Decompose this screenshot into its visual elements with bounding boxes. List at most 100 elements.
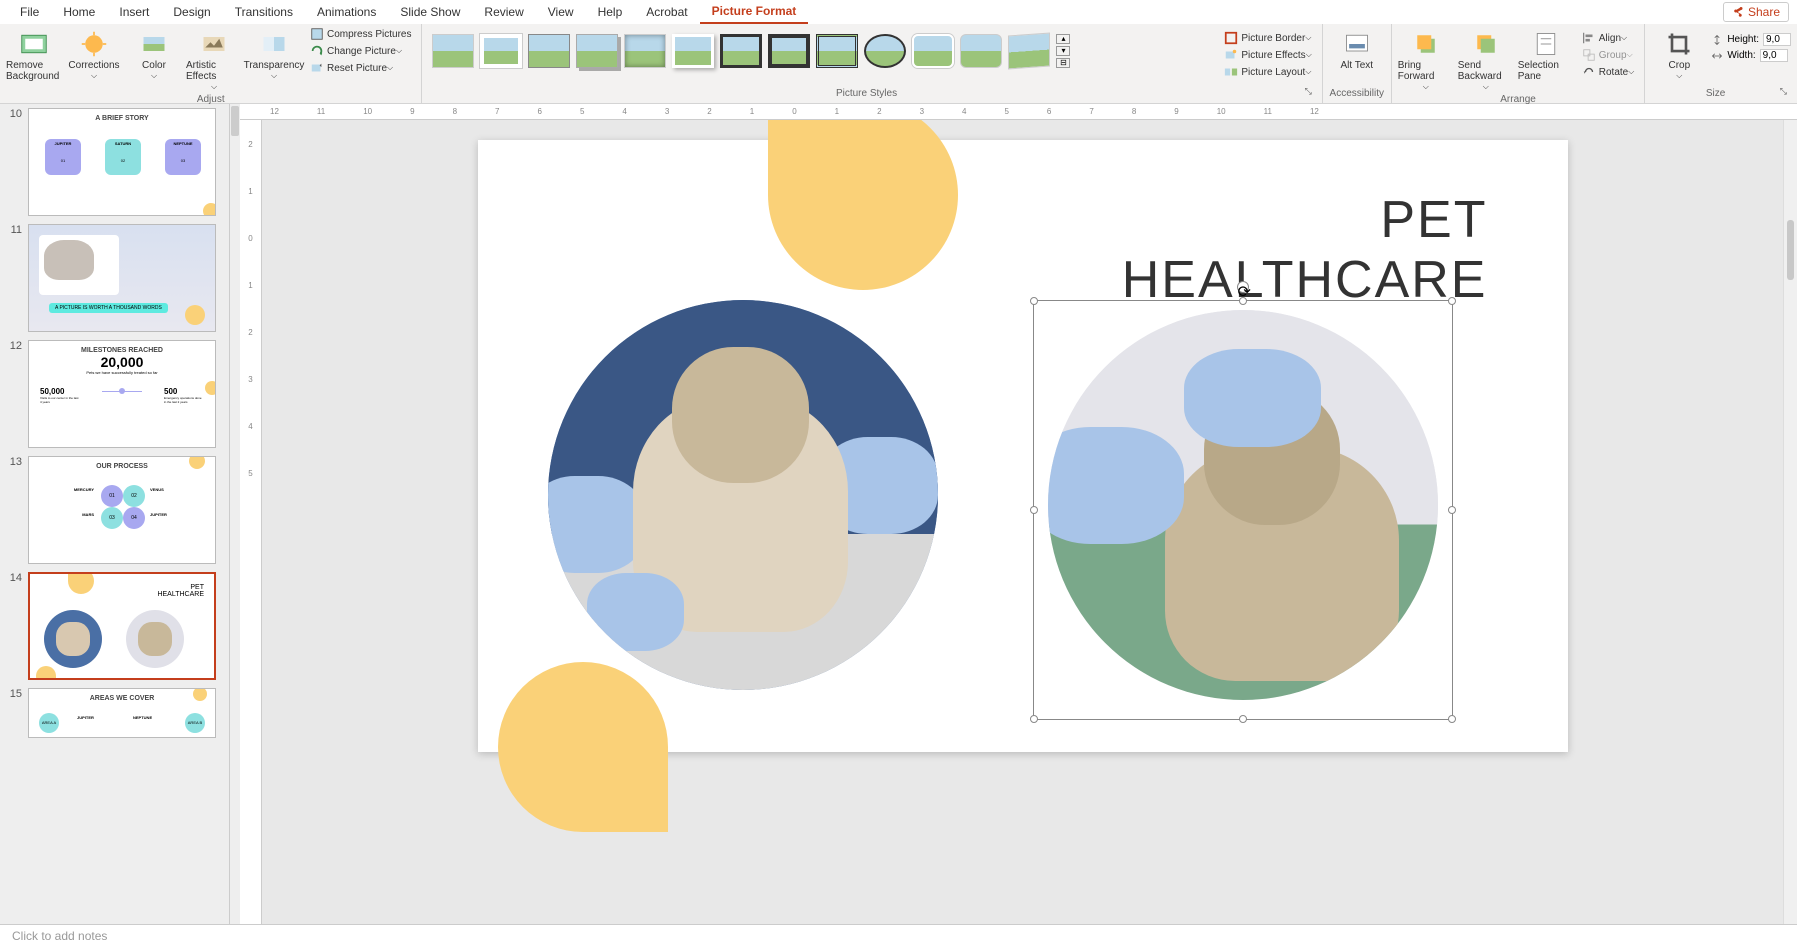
canvas[interactable]: PET HEALTHCARE <box>262 120 1783 924</box>
color-button[interactable]: Color <box>126 26 182 81</box>
style-thumb-8[interactable] <box>768 34 810 68</box>
tab-review[interactable]: Review <box>472 1 535 23</box>
picture-layout-button[interactable]: Picture Layout <box>1220 64 1315 80</box>
notes-pane[interactable]: Click to add notes <box>0 924 1797 950</box>
remove-background-button[interactable]: Remove Background <box>6 26 62 82</box>
style-thumb-3[interactable] <box>528 34 570 68</box>
picture-border-button[interactable]: Picture Border <box>1220 30 1315 46</box>
width-label: Width: <box>1727 50 1755 61</box>
transparency-button[interactable]: Transparency <box>246 26 302 81</box>
tab-file[interactable]: File <box>8 1 51 23</box>
slide-thumbnail-panel[interactable]: 10 A BRIEF STORY JUPITER01 SATURN02 NEPT… <box>0 104 230 924</box>
alt-text-button[interactable]: Alt Text <box>1329 26 1385 71</box>
thumb-row-14[interactable]: 14 PETHEALTHCARE <box>0 568 229 684</box>
rotate-icon <box>1582 65 1596 79</box>
style-thumb-13[interactable] <box>1008 33 1050 70</box>
align-icon <box>1582 31 1596 45</box>
width-input[interactable] <box>1760 49 1788 62</box>
picture-effects-button[interactable]: Picture Effects <box>1220 47 1315 63</box>
slide-thumb-12[interactable]: MILESTONES REACHED 20,000 Pets we have s… <box>28 340 216 448</box>
workspace: 10 A BRIEF STORY JUPITER01 SATURN02 NEPT… <box>0 104 1797 924</box>
group-button[interactable]: Group <box>1578 47 1639 63</box>
tab-slideshow[interactable]: Slide Show <box>388 1 472 23</box>
tab-view[interactable]: View <box>536 1 586 23</box>
handle-br[interactable] <box>1448 715 1456 723</box>
color-label: Color <box>142 60 166 71</box>
group-accessibility: Alt Text Accessibility <box>1323 24 1392 103</box>
tab-home[interactable]: Home <box>51 1 107 23</box>
thumb-row-12[interactable]: 12 MILESTONES REACHED 20,000 Pets we hav… <box>0 336 229 452</box>
height-label: Height: <box>1727 34 1759 45</box>
style-thumb-12[interactable] <box>960 34 1002 68</box>
picture-2-selected[interactable] <box>1048 310 1438 700</box>
slide-thumb-10[interactable]: A BRIEF STORY JUPITER01 SATURN02 NEPTUNE… <box>28 108 216 216</box>
thumb-row-13[interactable]: 13 OUR PROCESS 01 02 03 04 MERCURY VENUS… <box>0 452 229 568</box>
reset-picture-button[interactable]: Reset Picture <box>306 60 415 76</box>
handle-r[interactable] <box>1448 506 1456 514</box>
style-thumb-1[interactable] <box>432 34 474 68</box>
size-launcher[interactable]: ⤡ <box>1780 86 1791 101</box>
style-thumb-10[interactable] <box>864 34 906 68</box>
styles-launcher[interactable]: ⤡ <box>1305 86 1316 101</box>
group-adjust: Remove Background Corrections Color Arti… <box>0 24 422 103</box>
thumb-row-10[interactable]: 10 A BRIEF STORY JUPITER01 SATURN02 NEPT… <box>0 104 229 220</box>
tab-help[interactable]: Help <box>586 1 635 23</box>
effects-icon <box>1224 48 1238 62</box>
rotate-button[interactable]: Rotate <box>1578 64 1639 80</box>
handle-tl[interactable] <box>1030 297 1038 305</box>
pane-label: Selection Pane <box>1518 60 1574 82</box>
vertical-scrollbar[interactable] <box>1783 120 1797 924</box>
handle-l[interactable] <box>1030 506 1038 514</box>
style-thumb-7[interactable] <box>720 34 762 68</box>
tab-insert[interactable]: Insert <box>107 1 161 23</box>
corrections-label: Corrections <box>68 60 119 71</box>
handle-b[interactable] <box>1239 715 1247 723</box>
slide-thumb-14[interactable]: PETHEALTHCARE <box>28 572 216 680</box>
style-thumb-11[interactable] <box>912 34 954 68</box>
crop-button[interactable]: Crop <box>1651 26 1707 81</box>
style-thumb-6[interactable] <box>672 34 714 68</box>
handle-bl[interactable] <box>1030 715 1038 723</box>
slide-thumb-11[interactable]: A PICTURE IS WORTH A THOUSAND WORDS <box>28 224 216 332</box>
mini-num: 03 <box>167 158 199 163</box>
change-picture-button[interactable]: Change Picture <box>306 43 415 59</box>
slide-thumb-15[interactable]: AREAS WE COVER AREA A JUPITER NEPTUNE AR… <box>28 688 216 738</box>
mini-label: MERCURY <box>74 487 94 492</box>
thumb-scrollbar[interactable] <box>230 104 240 924</box>
gallery-more[interactable]: ▴▾⊟ <box>1056 34 1070 68</box>
thumb-title: PETHEALTHCARE <box>157 584 204 598</box>
mini-sub: Pets we have successfully treated so far <box>29 370 215 375</box>
height-input[interactable] <box>1763 33 1791 46</box>
alt-text-label: Alt Text <box>1340 60 1373 71</box>
style-thumb-4[interactable] <box>576 34 618 68</box>
tab-animations[interactable]: Animations <box>305 1 388 23</box>
style-thumb-9[interactable] <box>816 34 858 68</box>
picture-1[interactable] <box>548 300 938 690</box>
thumb-row-15[interactable]: 15 AREAS WE COVER AREA A JUPITER NEPTUNE… <box>0 684 229 742</box>
backward-icon <box>1472 30 1500 58</box>
bring-forward-button[interactable]: Bring Forward <box>1398 26 1454 92</box>
selection-pane-button[interactable]: Selection Pane <box>1518 26 1574 82</box>
align-button[interactable]: Align <box>1578 30 1639 46</box>
mini-label: MARS <box>82 512 94 517</box>
mini-num: 02 <box>123 485 145 507</box>
artistic-icon <box>200 30 228 58</box>
title-line-2: HEALTHCARE <box>1122 251 1488 309</box>
thumb-row-11[interactable]: 11 A PICTURE IS WORTH A THOUSAND WORDS <box>0 220 229 336</box>
tab-acrobat[interactable]: Acrobat <box>634 1 699 23</box>
slide-title[interactable]: PET HEALTHCARE <box>1122 190 1488 310</box>
compress-pictures-button[interactable]: Compress Pictures <box>306 26 415 42</box>
tab-transitions[interactable]: Transitions <box>223 1 305 23</box>
artistic-effects-button[interactable]: Artistic Effects <box>186 26 242 92</box>
tab-picture-format[interactable]: Picture Format <box>700 0 809 24</box>
tab-design[interactable]: Design <box>161 1 222 23</box>
slide-thumb-13[interactable]: OUR PROCESS 01 02 03 04 MERCURY VENUS MA… <box>28 456 216 564</box>
slide[interactable]: PET HEALTHCARE <box>478 140 1568 752</box>
corrections-button[interactable]: Corrections <box>66 26 122 81</box>
forward-label: Bring Forward <box>1398 60 1454 82</box>
style-thumb-2[interactable] <box>480 34 522 68</box>
share-button[interactable]: Share <box>1723 2 1789 22</box>
style-thumb-5[interactable] <box>624 34 666 68</box>
send-backward-button[interactable]: Send Backward <box>1458 26 1514 92</box>
group-styles-label: Picture Styles <box>428 86 1304 101</box>
